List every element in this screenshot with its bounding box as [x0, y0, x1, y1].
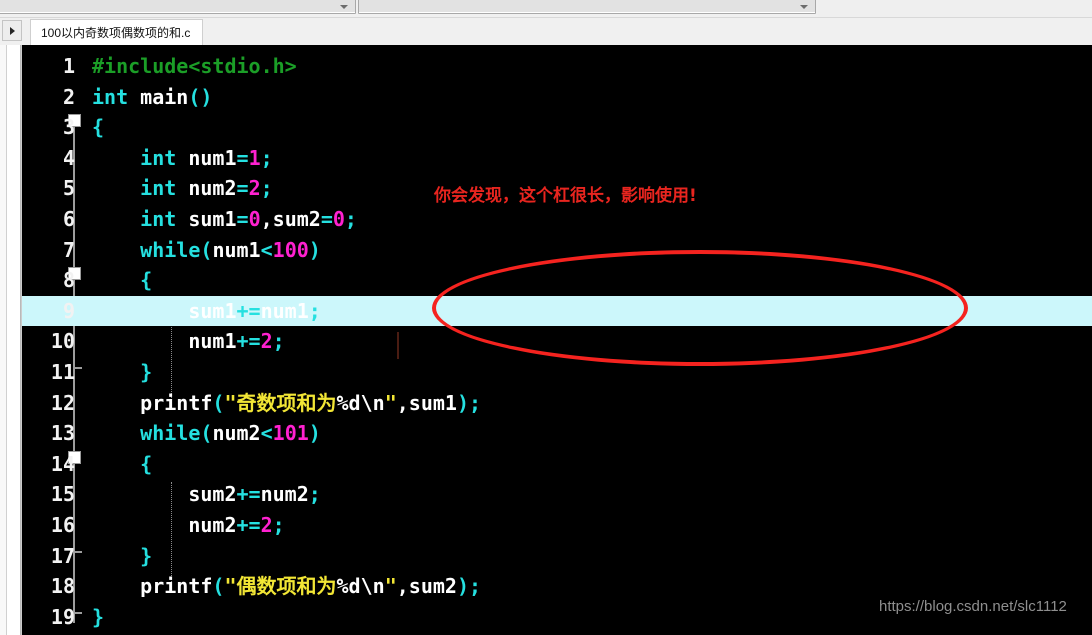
line-content: num1+=2; [188, 329, 285, 354]
code-line-highlighted[interactable]: 9 sum1+=num1; [22, 295, 1092, 327]
line-number: 3 [62, 115, 75, 140]
line-number: 17 [50, 543, 75, 568]
code-line[interactable]: 4 int num1=1; [22, 143, 1092, 174]
chevron-down-icon[interactable] [340, 5, 348, 9]
watermark-url: https://blog.csdn.net/slc1112 [879, 598, 1067, 615]
code-line[interactable]: 6 int sum1=0,sum2=0; [22, 204, 1092, 235]
editor-left-rail [0, 45, 22, 635]
line-number: 8 [62, 268, 75, 293]
tab-active-file[interactable]: 100以内奇数项偶数项的和.c [30, 19, 204, 45]
code-lines[interactable]: 1 #include<stdio.h> 2 int main() 3 { 4 i… [22, 51, 1092, 632]
editor-bookmark-gutter[interactable] [6, 45, 21, 635]
tab-scroll-right-button[interactable] [2, 20, 22, 41]
line-content: int sum1=0,sum2=0; [140, 206, 357, 231]
line-number: 4 [62, 145, 75, 170]
line-content: while(num1<100) [140, 237, 321, 262]
code-line[interactable]: 12 printf("奇数项和为%d\n",sum1); [22, 388, 1092, 419]
code-pane[interactable]: 1 #include<stdio.h> 2 int main() 3 { 4 i… [22, 45, 1092, 635]
line-number: 12 [50, 390, 75, 415]
line-content: while(num2<101) [140, 421, 321, 446]
line-number: 11 [50, 359, 75, 384]
line-number: 13 [50, 421, 75, 446]
line-number: 10 [50, 329, 75, 354]
line-content: sum2+=num2; [188, 482, 321, 507]
toolbar-strip [0, 0, 1092, 18]
line-content: printf("偶数项和为%d\n",sum2); [140, 574, 482, 599]
line-content: } [140, 543, 153, 568]
code-line[interactable]: 17 } [22, 541, 1092, 572]
code-line[interactable]: 14 { [22, 449, 1092, 480]
application-window: 100以内奇数项偶数项的和.c 1 #include<stdio.h> 2 in… [0, 0, 1092, 635]
triangle-right-icon [9, 26, 15, 35]
line-content: int main() [92, 84, 213, 109]
code-line[interactable]: 3 { [22, 112, 1092, 143]
line-number: 5 [62, 176, 75, 201]
code-line[interactable]: 7 while(num1<100) [22, 235, 1092, 266]
tab-label: 100以内奇数项偶数项的和.c [41, 26, 191, 40]
editor-area: 1 #include<stdio.h> 2 int main() 3 { 4 i… [0, 45, 1092, 635]
line-content: { [92, 115, 105, 140]
toolbar-combo-right[interactable] [358, 0, 816, 14]
line-number: 7 [62, 237, 75, 262]
line-content: int num2=2; [140, 176, 273, 201]
code-line[interactable]: 2 int main() [22, 82, 1092, 113]
line-content: { [140, 451, 153, 476]
toolbar-combo-left[interactable] [0, 0, 356, 14]
line-content: printf("奇数项和为%d\n",sum1); [140, 390, 482, 415]
code-line[interactable]: 11 } [22, 357, 1092, 388]
code-line[interactable]: 10 num1+=2; [22, 326, 1092, 357]
line-number: 2 [62, 84, 75, 109]
line-content: } [92, 604, 105, 629]
line-number: 1 [62, 54, 75, 78]
annotation-note-text: 你会发现，这个杠很长，影响使用! [434, 186, 697, 206]
line-content: { [140, 268, 153, 293]
line-content: sum1+=num1; [188, 298, 321, 323]
code-line[interactable]: 1 #include<stdio.h> [22, 51, 1092, 82]
editor-tab-bar: 100以内奇数项偶数项的和.c [0, 18, 1092, 45]
chevron-down-icon[interactable] [800, 5, 808, 9]
code-line[interactable]: 15 sum2+=num2; [22, 479, 1092, 510]
code-line[interactable]: 8 { [22, 265, 1092, 296]
line-number: 19 [50, 604, 75, 629]
code-line[interactable]: 16 num2+=2; [22, 510, 1092, 541]
line-content: #include<stdio.h> [92, 54, 297, 78]
line-number: 14 [50, 451, 75, 476]
line-content: int num1=1; [140, 145, 273, 170]
code-line[interactable]: 13 while(num2<101) [22, 418, 1092, 449]
line-number: 18 [50, 574, 75, 599]
line-number: 15 [50, 482, 75, 507]
line-number: 9 [62, 298, 75, 323]
line-number: 16 [50, 512, 75, 537]
line-content: num2+=2; [188, 512, 285, 537]
toolbar-empty-area [818, 0, 1092, 17]
line-content: } [140, 359, 153, 384]
line-number: 6 [62, 206, 75, 231]
